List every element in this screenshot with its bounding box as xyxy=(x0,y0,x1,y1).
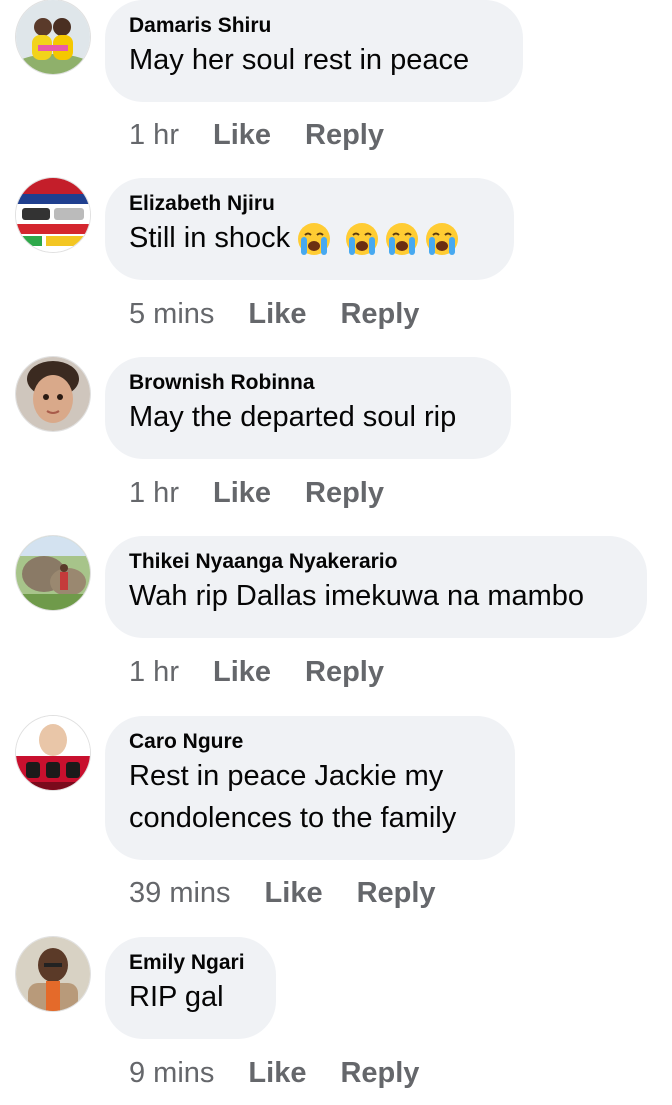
comment-text-line: condolences to the family xyxy=(129,802,457,834)
reply-button[interactable]: Reply xyxy=(340,298,419,330)
comment-bubble: Emily Ngari RIP gal xyxy=(105,937,276,1039)
reply-button[interactable]: Reply xyxy=(357,877,436,909)
loudly-crying-face-icon xyxy=(298,223,331,256)
comment-text-line: Rest in peace Jackie my xyxy=(129,760,444,792)
comment-time[interactable]: 39 mins xyxy=(129,877,231,909)
comment-actions: 1 hr Like Reply xyxy=(129,118,384,152)
comment-text: May her soul rest in peace xyxy=(129,44,470,76)
reply-button[interactable]: Reply xyxy=(340,1057,419,1089)
comment-time[interactable]: 1 hr xyxy=(129,119,179,151)
comment-text: May the departed soul rip xyxy=(129,401,457,433)
comment-time[interactable]: 5 mins xyxy=(129,298,214,330)
reply-button[interactable]: Reply xyxy=(305,656,384,688)
avatar-image xyxy=(16,716,90,790)
comment-time[interactable]: 1 hr xyxy=(129,477,179,509)
emoji-row xyxy=(296,221,464,257)
comment-time[interactable]: 1 hr xyxy=(129,656,179,688)
like-button[interactable]: Like xyxy=(248,298,306,330)
comment-actions: 5 mins Like Reply xyxy=(129,297,419,331)
comment-time[interactable]: 9 mins xyxy=(129,1057,214,1089)
reply-button[interactable]: Reply xyxy=(305,119,384,151)
avatar[interactable] xyxy=(16,357,90,431)
comment-bubble: Brownish Robinna May the departed soul r… xyxy=(105,357,511,459)
comment-actions: 1 hr Like Reply xyxy=(129,476,384,510)
avatar-image xyxy=(16,357,90,431)
comment-bubble: Elizabeth Njiru Still in shock xyxy=(105,178,514,280)
comment-author[interactable]: Thikei Nyaanga Nyakerario xyxy=(129,549,621,575)
reply-button[interactable]: Reply xyxy=(305,477,384,509)
comment-bubble: Thikei Nyaanga Nyakerario Wah rip Dallas… xyxy=(105,536,647,638)
avatar[interactable] xyxy=(16,937,90,1011)
avatar[interactable] xyxy=(16,536,90,610)
like-button[interactable]: Like xyxy=(248,1057,306,1089)
loudly-crying-face-icon xyxy=(386,223,419,256)
avatar-image xyxy=(16,0,90,74)
avatar[interactable] xyxy=(16,0,90,74)
loudly-crying-face-icon xyxy=(346,223,379,256)
like-button[interactable]: Like xyxy=(213,477,271,509)
avatar-image xyxy=(16,178,90,252)
comment-text: Wah rip Dallas imekuwa na mambo xyxy=(129,580,585,612)
avatar-image xyxy=(16,937,90,1011)
like-button[interactable]: Like xyxy=(265,877,323,909)
like-button[interactable]: Like xyxy=(213,656,271,688)
comment-text: RIP gal xyxy=(129,981,224,1013)
comment-bubble: Caro Ngure Rest in peace Jackie my condo… xyxy=(105,716,515,860)
comment-author[interactable]: Elizabeth Njiru xyxy=(129,191,488,217)
comment-author[interactable]: Emily Ngari xyxy=(129,950,250,976)
avatar-image xyxy=(16,536,90,610)
comment-author[interactable]: Caro Ngure xyxy=(129,729,489,755)
comment-author[interactable]: Damaris Shiru xyxy=(129,13,497,39)
comment-actions: 39 mins Like Reply xyxy=(129,876,436,910)
comment-bubble: Damaris Shiru May her soul rest in peace xyxy=(105,0,523,102)
avatar[interactable] xyxy=(16,178,90,252)
loudly-crying-face-icon xyxy=(426,223,459,256)
comment-text: Still in shock xyxy=(129,217,488,259)
comment-text-content: Still in shock xyxy=(129,222,291,254)
like-button[interactable]: Like xyxy=(213,119,271,151)
comment-actions: 1 hr Like Reply xyxy=(129,655,384,689)
comment-actions: 9 mins Like Reply xyxy=(129,1056,419,1090)
comment-author[interactable]: Brownish Robinna xyxy=(129,370,485,396)
avatar[interactable] xyxy=(16,716,90,790)
